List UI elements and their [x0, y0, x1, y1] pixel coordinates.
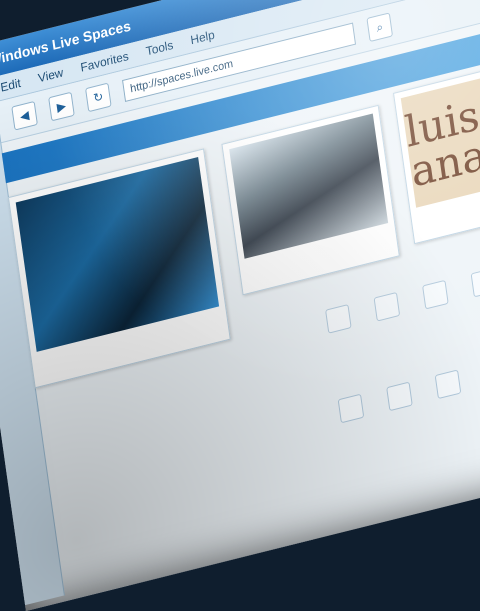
menu-item-view[interactable]: View — [37, 65, 64, 85]
photo-card[interactable]: luis ana — [392, 61, 480, 245]
menu-item-help[interactable]: Help — [190, 27, 216, 47]
user-icon[interactable] — [337, 393, 365, 424]
photo-card[interactable] — [7, 148, 231, 389]
monitor-screen: Windows Live Spaces Edit View Favorites … — [0, 0, 480, 611]
forward-icon[interactable]: ▶ — [48, 91, 75, 122]
menu-item-tools[interactable]: Tools — [145, 38, 174, 59]
photo-icon[interactable] — [422, 279, 449, 310]
folder-icon[interactable] — [434, 369, 462, 400]
refresh-icon[interactable]: ↻ — [85, 82, 112, 113]
icon-grid — [325, 252, 480, 479]
logo-text: luis ana — [402, 89, 480, 197]
photo-card[interactable] — [221, 104, 400, 296]
mail-icon[interactable] — [373, 291, 401, 322]
logo-thumbnail[interactable]: luis ana — [400, 69, 480, 208]
chat-icon[interactable] — [386, 381, 413, 412]
music-icon[interactable] — [470, 267, 480, 298]
menu-item-edit[interactable]: Edit — [0, 76, 22, 95]
back-icon[interactable]: ◀ — [11, 100, 38, 131]
search-icon[interactable]: ⌕ — [366, 12, 394, 43]
calendar-icon[interactable] — [325, 304, 352, 334]
